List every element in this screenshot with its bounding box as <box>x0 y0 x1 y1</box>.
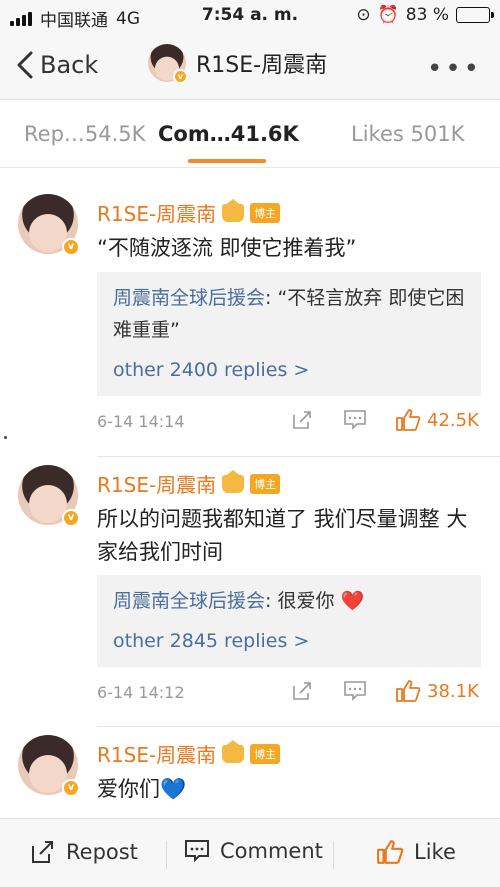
thumbs-up-icon <box>396 409 421 431</box>
like-label: Like <box>414 840 456 864</box>
profile-header[interactable]: v R1SE-周震南 <box>148 44 328 84</box>
crown-icon <box>222 469 245 493</box>
like-button[interactable]: 38.1K <box>395 679 479 703</box>
comment-icon[interactable] <box>343 680 367 702</box>
divider <box>97 726 500 727</box>
comment-text: 所以的问题我都知道了 我们尽量调整 大家给我们时间 <box>97 507 468 564</box>
comment-button[interactable]: Comment <box>184 839 323 863</box>
divider <box>97 456 500 457</box>
comment-label: Comment <box>220 839 323 863</box>
avatar[interactable]: v <box>18 194 80 256</box>
share-icon[interactable] <box>291 680 313 702</box>
back-button[interactable]: Back <box>14 50 98 80</box>
battery-icon <box>456 7 494 23</box>
like-count: 42.5K <box>427 409 479 431</box>
tab-likes[interactable]: Likes 501K <box>351 122 464 146</box>
like-main-button[interactable]: Like <box>376 839 456 865</box>
repost-button[interactable]: Repost <box>30 839 138 865</box>
verified-badge-icon: v <box>173 69 188 84</box>
comment-text: “不随波逐流 即使它推着我” <box>97 236 357 260</box>
comment-text: 爱你们💙 <box>97 777 187 801</box>
comment-icon[interactable] <box>343 409 367 431</box>
avatar[interactable]: v <box>18 465 80 527</box>
comment-author[interactable]: R1SE-周震南 博主 <box>97 469 281 498</box>
author-name: R1SE-周震南 <box>97 473 217 497</box>
reply-author[interactable]: 周震南全球后援会 <box>113 287 265 309</box>
verified-badge-icon: v <box>62 238 80 256</box>
tab-reposts[interactable]: Rep…54.5K <box>24 122 145 146</box>
comment-date: 6-14 14:14 <box>97 412 185 431</box>
repost-label: Repost <box>66 840 138 864</box>
status-bar: 中国联通 4G 7:54 a. m. ⊙ ⏰ 83 % <box>0 0 500 34</box>
author-name: R1SE-周震南 <box>97 743 217 767</box>
active-tab-indicator <box>188 159 266 163</box>
chevron-left-icon <box>17 51 33 79</box>
author-badge: 博主 <box>250 743 281 764</box>
thumbs-up-icon <box>396 680 421 702</box>
avatar[interactable]: v <box>18 735 80 797</box>
like-button[interactable]: 42.5K <box>395 408 479 432</box>
comment-author[interactable]: R1SE-周震南 博主 <box>97 739 281 768</box>
author-badge: 博主 <box>250 473 281 494</box>
share-icon[interactable] <box>291 409 313 431</box>
stray-dot <box>4 436 7 439</box>
verified-badge-icon: v <box>62 779 80 797</box>
battery-percent: 83 % <box>405 5 449 25</box>
comment-meta: 6-14 14:12 38.1K <box>97 679 481 705</box>
reply-box[interactable]: 周震南全球后援会: 很爱你 ❤️ other 2845 replies > <box>97 575 481 667</box>
verified-badge-icon: v <box>62 509 80 527</box>
reply-text: : 很爱你 ❤️ <box>265 590 365 612</box>
separator <box>333 841 334 869</box>
page-title: R1SE-周震南 <box>196 53 328 78</box>
avatar: v <box>148 44 188 84</box>
crown-icon <box>222 198 245 222</box>
comment-author[interactable]: R1SE-周震南 博主 <box>97 198 281 227</box>
back-label: Back <box>40 51 99 79</box>
crown-icon <box>222 739 245 763</box>
alarm-icon: ⏰ <box>377 5 399 25</box>
more-icon[interactable]: ••• <box>427 54 482 84</box>
author-name: R1SE-周震南 <box>97 202 217 226</box>
comment-date: 6-14 14:12 <box>97 683 185 702</box>
rotation-lock-icon: ⊙ <box>356 5 371 25</box>
like-count: 38.1K <box>427 680 479 702</box>
tab-bar: Rep…54.5K Com…41.6K Likes 501K <box>0 100 500 168</box>
separator <box>166 841 167 869</box>
comment-icon <box>185 840 209 863</box>
nav-bar: Back v R1SE-周震南 ••• <box>0 34 500 100</box>
more-replies-link[interactable]: other 2400 replies > <box>113 354 465 386</box>
thumbs-up-icon <box>377 840 404 864</box>
comment-meta: 6-14 14:14 42.5K <box>97 408 481 434</box>
reply-author[interactable]: 周震南全球后援会 <box>113 590 265 612</box>
reply-box[interactable]: 周震南全球后援会: “不轻言放弃 即使它困难重重” other 2400 rep… <box>97 272 481 396</box>
more-replies-link[interactable]: other 2845 replies > <box>113 625 465 657</box>
status-right: ⊙ ⏰ 83 % <box>356 5 494 25</box>
tab-comments[interactable]: Com…41.6K <box>158 122 299 146</box>
bottom-action-bar: Repost Comment Like <box>0 818 500 887</box>
author-badge: 博主 <box>250 202 281 223</box>
share-icon <box>32 841 53 863</box>
